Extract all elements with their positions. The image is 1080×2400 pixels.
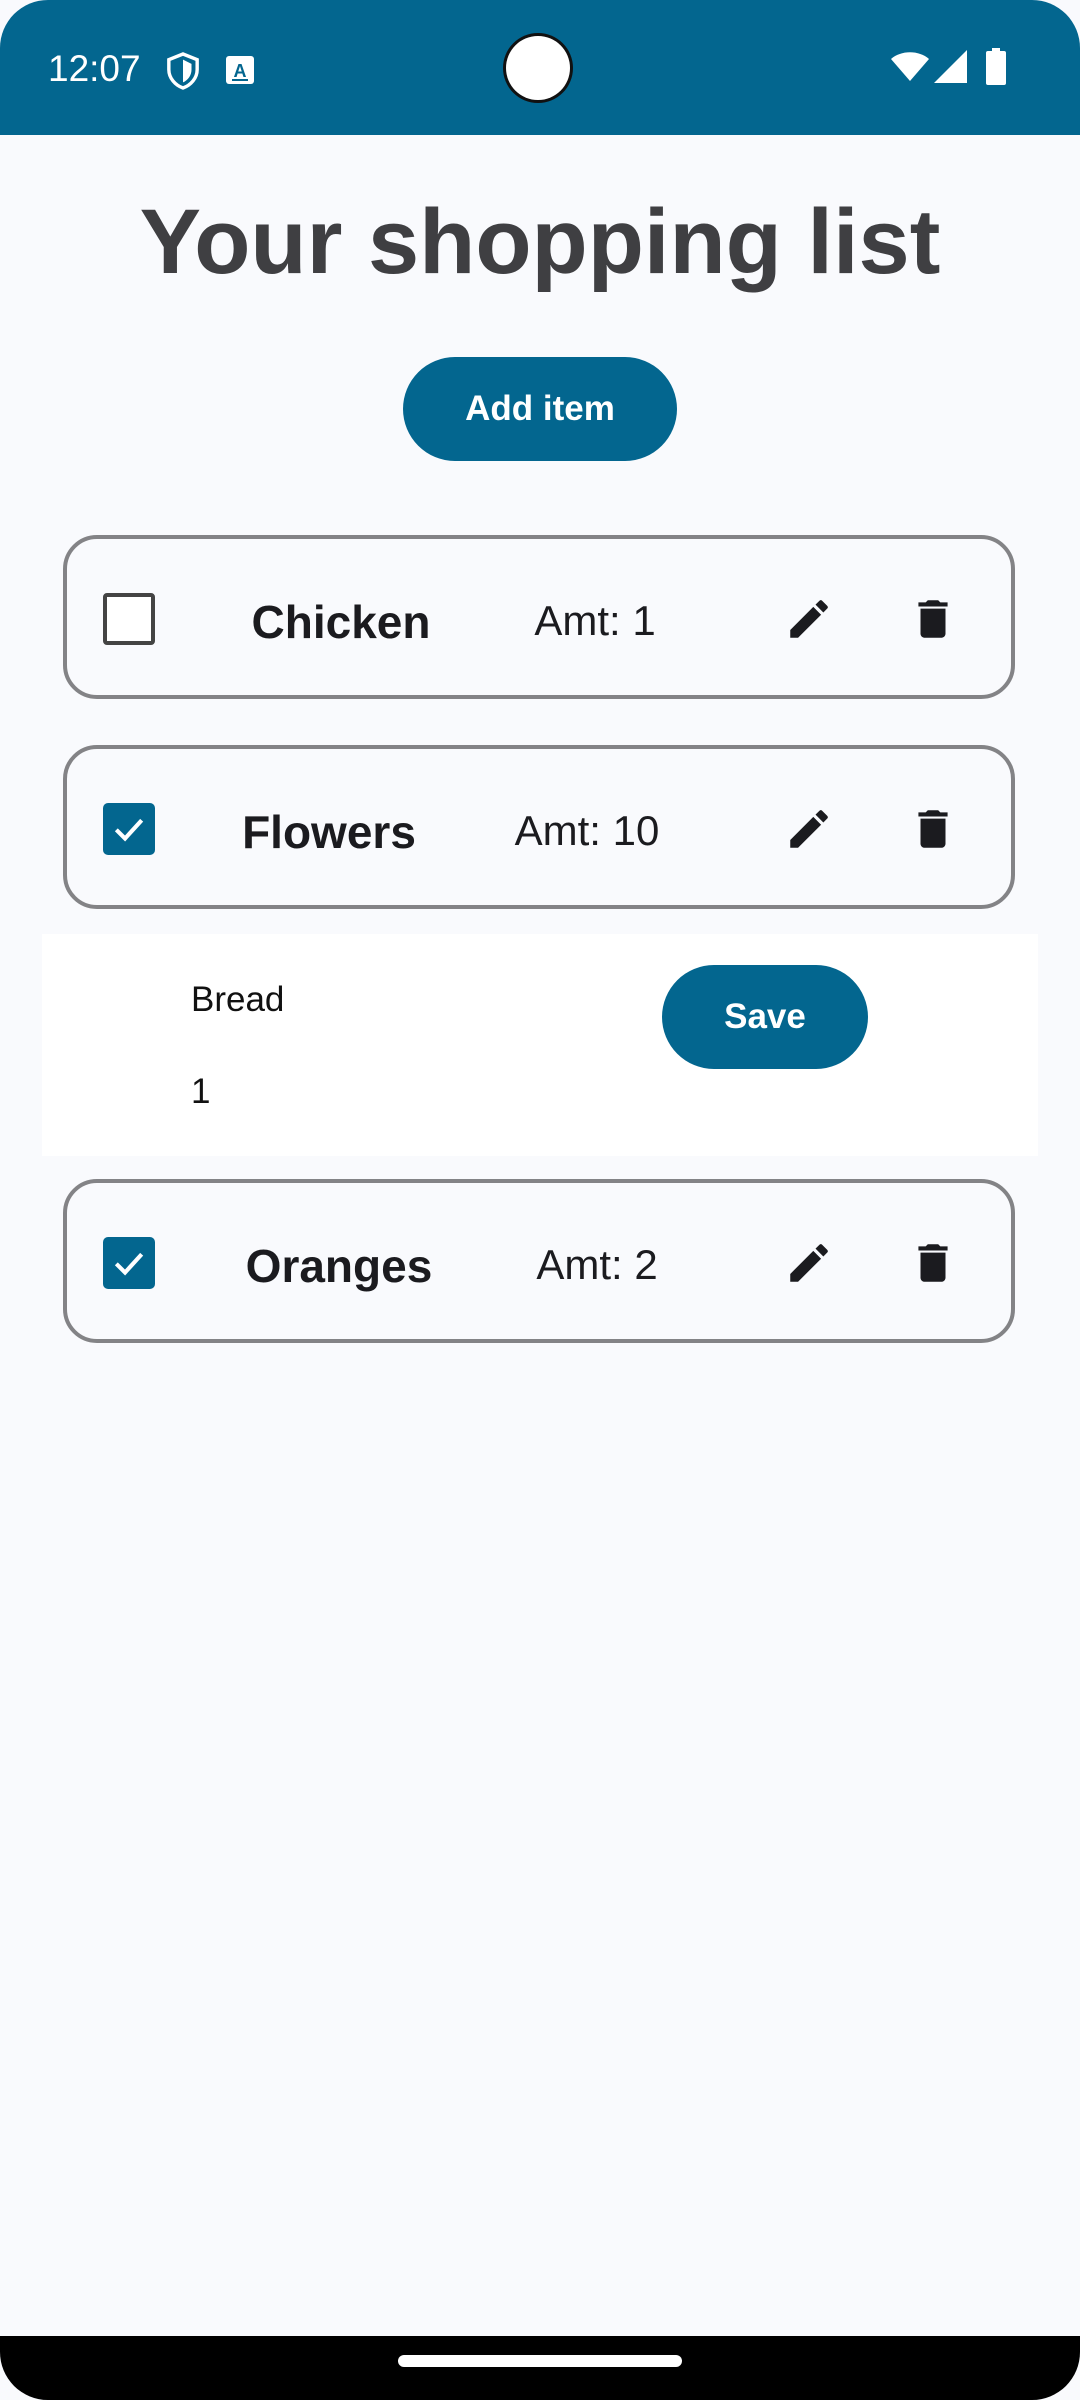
status-bar: 12:07 A <box>0 0 1080 135</box>
list-item: Oranges Amt: 2 <box>63 1179 1015 1343</box>
page-title: Your shopping list <box>139 191 941 293</box>
item-amount: Amt: 2 <box>536 1241 658 1288</box>
item-checkbox[interactable] <box>103 1237 155 1289</box>
home-indicator[interactable] <box>398 2355 682 2367</box>
item-name: Flowers <box>242 806 416 858</box>
signal-icon <box>934 50 968 88</box>
wifi-icon <box>890 50 930 87</box>
item-amount: Amt: 1 <box>534 597 656 644</box>
save-button[interactable]: Save <box>662 965 868 1069</box>
delete-icon[interactable] <box>905 591 961 647</box>
item-name: Oranges <box>245 1240 433 1292</box>
status-time: 12:07 <box>48 48 141 89</box>
checkmark-icon <box>114 1252 144 1276</box>
navigation-bar <box>0 2336 1080 2400</box>
translate-icon: A <box>226 56 254 89</box>
battery-icon <box>986 48 1006 90</box>
item-name-field[interactable] <box>191 980 591 1020</box>
svg-text:A: A <box>234 61 247 81</box>
item-checkbox[interactable] <box>103 803 155 855</box>
item-checkbox[interactable] <box>103 593 155 645</box>
front-camera <box>506 36 570 100</box>
edit-item-form <box>42 934 1038 1156</box>
edit-icon[interactable] <box>781 591 837 647</box>
item-amount: Amt: 10 <box>514 807 660 854</box>
list-item: Chicken Amt: 1 <box>63 535 1015 699</box>
list-item: Flowers Amt: 10 <box>63 745 1015 909</box>
add-item-button[interactable]: Add item <box>403 357 677 461</box>
item-name: Chicken <box>251 596 431 648</box>
delete-icon[interactable] <box>905 801 961 857</box>
checkmark-icon <box>114 818 144 842</box>
shield-icon <box>166 52 200 95</box>
edit-icon[interactable] <box>781 1235 837 1291</box>
delete-icon[interactable] <box>905 1235 961 1291</box>
item-amount-field[interactable] <box>191 1072 591 1112</box>
edit-icon[interactable] <box>781 801 837 857</box>
